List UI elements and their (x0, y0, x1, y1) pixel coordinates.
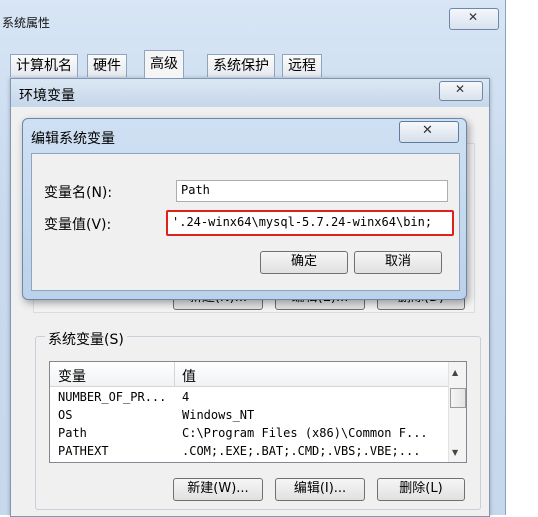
row-value: 4 (182, 390, 190, 404)
row-value: C:\Program Files (x86)\Common F... (182, 426, 428, 440)
scroll-thumb[interactable] (450, 388, 466, 408)
vertical-scrollbar[interactable]: ▲ ▼ (448, 362, 466, 462)
system-variables-list[interactable]: 变量 值 NUMBER_OF_PR... 4 OS Windows_NT Pat… (49, 361, 467, 463)
close-button[interactable] (449, 8, 499, 30)
list-header: 变量 值 (50, 362, 448, 387)
titlebar (11, 79, 489, 107)
cancel-button[interactable]: 取消 (354, 251, 442, 274)
variable-name-input[interactable]: Path (176, 180, 448, 202)
dialog-body: 变量名(N): Path 变量值(V): '.24-winx64\mysql-5… (31, 153, 460, 291)
row-value: .COM;.EXE;.BAT;.CMD;.VBS;.VBE;... (182, 444, 421, 458)
tab-advanced[interactable]: 高级 (144, 50, 184, 78)
table-row[interactable]: PATHEXT .COM;.EXE;.BAT;.CMD;.VBS;.VBE;..… (50, 443, 448, 461)
system-variables-label: 系统变量(S) (45, 329, 127, 349)
table-row[interactable]: Path C:\Program Files (x86)\Common F... (50, 425, 448, 443)
variable-value-input[interactable]: '.24-winx64\mysql-5.7.24-winx64\bin; (166, 210, 454, 236)
scroll-down-icon[interactable]: ▼ (452, 448, 458, 457)
row-name: PATHEXT (58, 444, 109, 458)
env-close-button[interactable] (439, 81, 483, 101)
variable-name-label: 变量名(N): (44, 185, 113, 201)
column-divider[interactable] (174, 362, 175, 386)
env-window-title: 环境变量 (19, 88, 75, 104)
new-button[interactable]: 新建(W)... (173, 478, 263, 501)
dialog-title: 编辑系统变量 (31, 131, 115, 147)
row-name: OS (58, 408, 73, 422)
ok-button[interactable]: 确定 (260, 251, 348, 274)
row-name: Path (58, 426, 87, 440)
column-header-variable[interactable]: 变量 (58, 366, 86, 386)
column-header-value[interactable]: 值 (182, 366, 196, 386)
row-value: Windows_NT (182, 408, 255, 422)
delete-button[interactable]: 删除(L) (377, 478, 465, 501)
tab-computer-name[interactable]: 计算机名 (10, 54, 78, 77)
scroll-up-icon[interactable]: ▲ (452, 368, 458, 377)
row-name: NUMBER_OF_PR... (58, 390, 167, 404)
edit-system-variable-dialog: 编辑系统变量 变量名(N): Path 变量值(V): '.24-winx64\… (22, 118, 467, 300)
tab-system-protection[interactable]: 系统保护 (207, 54, 275, 77)
table-row[interactable]: OS Windows_NT (50, 407, 448, 425)
tab-remote[interactable]: 远程 (282, 54, 322, 77)
variable-value-label: 变量值(V): (44, 217, 112, 233)
edit-button[interactable]: 编辑(I)... (275, 478, 365, 501)
window-title: 系统属性 (2, 16, 51, 30)
table-row[interactable]: NUMBER_OF_PR... 4 (50, 389, 448, 407)
dialog-close-button[interactable] (399, 121, 459, 143)
tab-hardware[interactable]: 硬件 (87, 54, 127, 77)
